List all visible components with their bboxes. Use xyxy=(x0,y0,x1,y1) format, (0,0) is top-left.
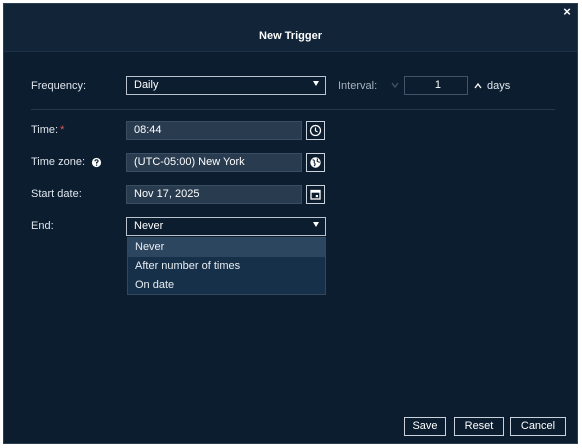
close-icon[interactable]: × xyxy=(560,5,574,19)
start-date-input[interactable]: Nov 17, 2025 xyxy=(126,185,302,204)
divider xyxy=(31,109,555,110)
end-label: End: xyxy=(31,220,54,232)
new-trigger-dialog: New Trigger × Frequency: Daily Interval:… xyxy=(3,3,578,444)
interval-decrement-icon[interactable] xyxy=(389,78,401,90)
timezone-label: Time zone: xyxy=(31,156,86,168)
frequency-value: Daily xyxy=(134,79,159,91)
calendar-icon[interactable] xyxy=(306,185,325,204)
required-marker: * xyxy=(60,124,65,136)
frequency-select[interactable]: Daily xyxy=(126,76,326,95)
help-icon[interactable] xyxy=(91,155,102,168)
clock-icon[interactable] xyxy=(306,121,325,140)
reset-button[interactable]: Reset xyxy=(454,417,504,436)
start-date-label: Start date: xyxy=(31,188,82,200)
cancel-button[interactable]: Cancel xyxy=(510,417,566,436)
chevron-down-icon xyxy=(313,81,319,86)
dropdown-option-after-number-of-times[interactable]: After number of times xyxy=(128,257,325,276)
interval-increment-icon[interactable] xyxy=(472,79,484,91)
dropdown-option-on-date[interactable]: On date xyxy=(128,276,325,295)
time-input[interactable]: 08:44 xyxy=(126,121,302,140)
end-select[interactable]: Never xyxy=(126,217,326,236)
end-value: Never xyxy=(134,220,164,232)
save-button[interactable]: Save xyxy=(404,417,446,436)
interval-unit: days xyxy=(487,80,511,92)
interval-label: Interval: xyxy=(338,80,378,92)
chevron-down-icon xyxy=(313,222,319,227)
interval-input[interactable]: 1 xyxy=(404,76,468,95)
end-dropdown-list: Never After number of times On date xyxy=(127,237,326,295)
globe-icon[interactable] xyxy=(306,153,325,172)
title-bar: New Trigger × xyxy=(4,4,577,52)
frequency-label: Frequency: xyxy=(31,80,87,92)
dropdown-option-never[interactable]: Never xyxy=(128,238,325,257)
dialog-title: New Trigger xyxy=(259,30,322,42)
time-label-text: Time: xyxy=(31,124,59,136)
timezone-input[interactable]: (UTC-05:00) New York xyxy=(126,153,302,172)
time-label: Time: * xyxy=(31,124,64,136)
